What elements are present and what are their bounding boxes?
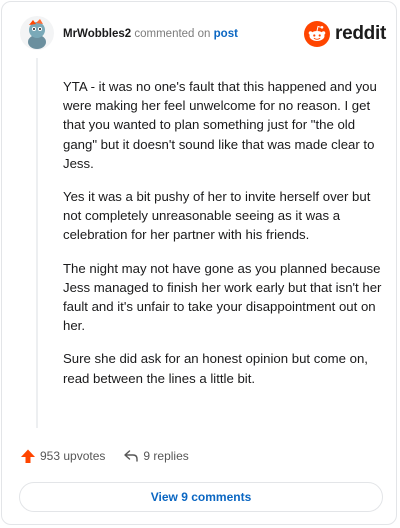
comment-paragraph: YTA - it was no one's fault that this ha… bbox=[63, 79, 377, 171]
reddit-alien-icon bbox=[304, 21, 331, 47]
comment-card: MrWobbles2 commented on post reddit YTA … bbox=[1, 1, 397, 525]
upvote-count: 953 upvotes bbox=[40, 449, 106, 463]
comment-paragraph: Yes it was a bit pushy of her to invite … bbox=[63, 189, 371, 243]
reddit-wordmark: reddit bbox=[335, 23, 386, 44]
comment-paragraph: The night may not have gone as you plann… bbox=[63, 260, 382, 334]
post-link[interactable]: post bbox=[214, 28, 238, 40]
reply-count: 9 replies bbox=[143, 449, 189, 463]
user-avatar[interactable] bbox=[20, 16, 54, 50]
comment-header: MrWobbles2 commented on post reddit bbox=[20, 16, 386, 52]
comment-stats: 953 upvotes 9 replies bbox=[20, 446, 189, 466]
upvote-arrow-icon bbox=[21, 449, 35, 463]
reddit-logo[interactable]: reddit bbox=[304, 21, 386, 47]
comment-body: YTA - it was no one's fault that this ha… bbox=[63, 77, 385, 402]
comment-paragraph: Sure she did ask for an honest opinion b… bbox=[63, 351, 368, 386]
reply-arrow-icon bbox=[124, 450, 139, 462]
upvote-button[interactable]: 953 upvotes bbox=[20, 448, 105, 464]
view-comments-button[interactable]: View 9 comments bbox=[19, 482, 383, 512]
comment-byline: MrWobbles2 commented on post bbox=[63, 27, 238, 41]
replies-button[interactable]: 9 replies bbox=[123, 448, 189, 464]
username-link[interactable]: MrWobbles2 bbox=[63, 28, 131, 40]
thread-line[interactable] bbox=[36, 58, 38, 428]
byline-action-text: commented on bbox=[134, 28, 211, 40]
